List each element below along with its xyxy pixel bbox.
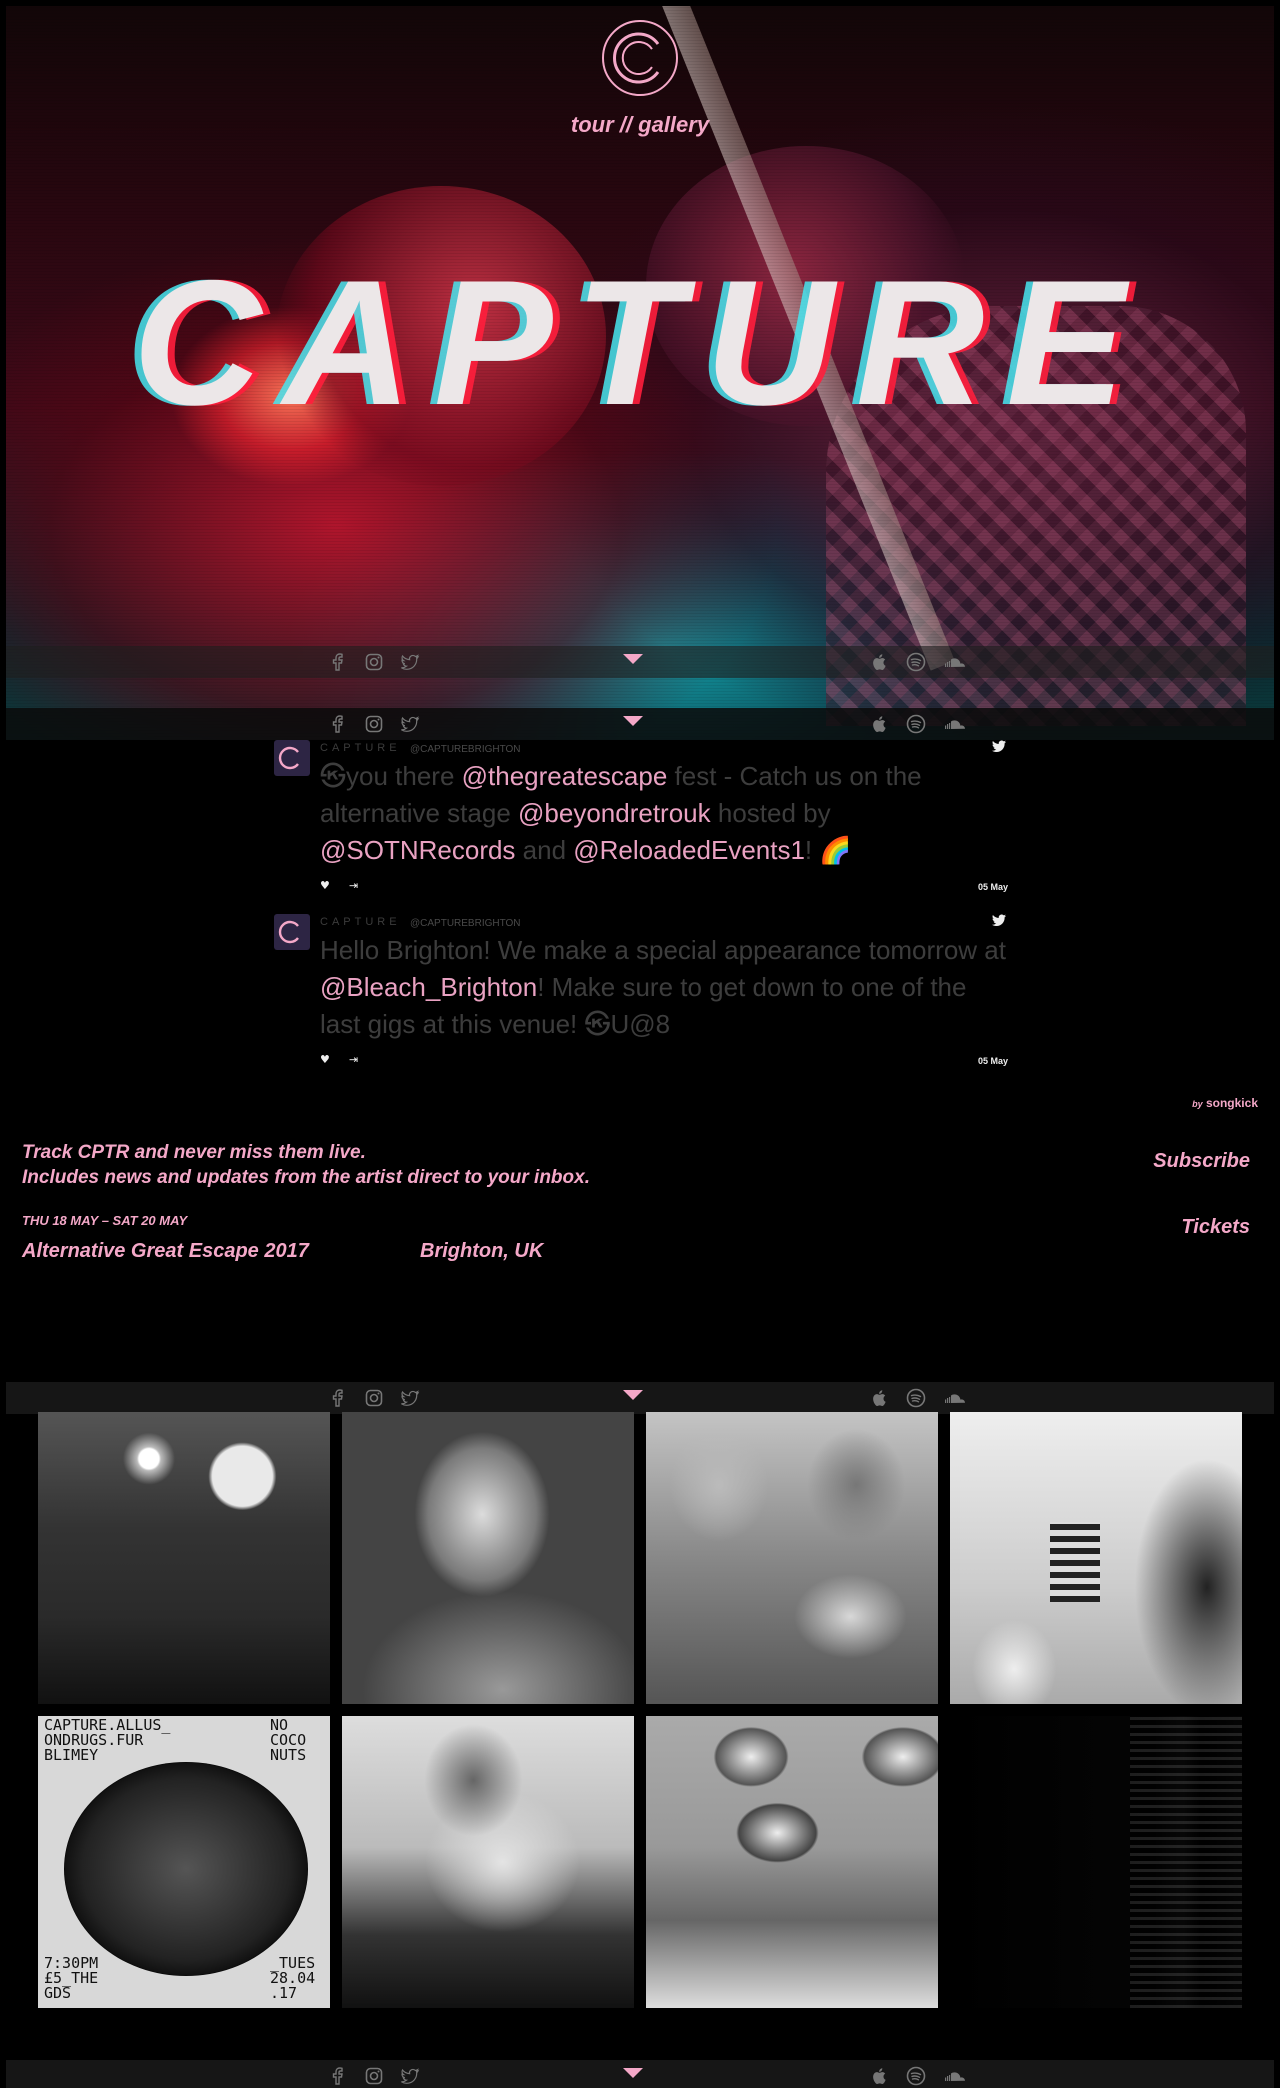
tweet-text: ㉿you there @thegreatescape fest - Catch … [320, 758, 1010, 869]
tweet-text-segment: Hello Brighton! We make a special appear… [320, 935, 1006, 965]
twitter-icon[interactable] [400, 652, 420, 672]
capture-logo-icon[interactable] [600, 18, 680, 98]
facebook-icon[interactable] [328, 652, 348, 672]
spotify-icon[interactable] [906, 2066, 926, 2086]
soundcloud-icon[interactable] [942, 1388, 968, 1408]
soundcloud-icon[interactable] [942, 652, 968, 672]
instagram-icon[interactable] [364, 2066, 384, 2086]
scroll-down-icon[interactable] [623, 2068, 643, 2078]
apple-music-icon[interactable] [870, 652, 890, 672]
spotify-icon[interactable] [906, 1388, 926, 1408]
tweet-author-handle[interactable]: @CAPTUREBRIGHTON [410, 744, 521, 755]
poster-band-photo [64, 1762, 308, 1976]
tweet-text: Hello Brighton! We make a special appear… [320, 932, 1010, 1043]
event-location: Brighton, UK [420, 1240, 544, 1262]
gallery-photo-glitch[interactable] [950, 1716, 1242, 2008]
poster-text-top-right: NO COCO NUTS [270, 1716, 307, 1764]
gallery-photo-breakfast[interactable] [646, 1412, 938, 1704]
tweet-date[interactable]: 05 May [978, 882, 1008, 892]
twitter-bird-icon[interactable] [992, 914, 1006, 926]
poster-text-bottom-right: _TUES 28.04 .17 [270, 1954, 316, 2002]
photo-gallery: CAPTURE.ALLUS_ ONDRUGS.FUR BLIMEY NO COC… [38, 1412, 1242, 2008]
tweet-date[interactable]: 05 May [978, 1056, 1008, 1066]
like-icon[interactable]: ♥ [320, 1053, 330, 1066]
tweet-text-segment: ㉿you there [320, 761, 462, 791]
facebook-icon[interactable] [328, 714, 348, 734]
scroll-down-icon[interactable] [623, 1390, 643, 1400]
tweet-mention-link[interactable]: @thegreatescape [462, 761, 668, 791]
track-line-2: Includes news and updates from the artis… [22, 1167, 590, 1188]
share-icon[interactable]: ⇥ [349, 1053, 358, 1066]
tweet-avatar[interactable] [274, 914, 310, 950]
hero-title: CAPTURE [132, 243, 1148, 442]
tweet-mention-link[interactable]: @SOTNRecords [320, 835, 515, 865]
tweet-author-name[interactable]: CAPTURE [320, 916, 401, 928]
tweet-text-segment: ! 🌈 [804, 835, 852, 865]
tweet-author-handle[interactable]: @CAPTUREBRIGHTON [410, 918, 521, 929]
twitter-icon[interactable] [400, 2066, 420, 2086]
share-icon[interactable]: ⇥ [349, 879, 358, 892]
gallery-photo-guitarist[interactable] [950, 1412, 1242, 1704]
social-bar-gallery [6, 1382, 1274, 1414]
poster-text-bottom-left: 7:30PM £5_THE GDS [44, 1954, 99, 2002]
main-nav: tour // gallery [0, 112, 1280, 138]
apple-music-icon[interactable] [870, 2066, 890, 2086]
poster-text-top-left: CAPTURE.ALLUS_ ONDRUGS.FUR BLIMEY [44, 1716, 171, 1764]
soundcloud-icon[interactable] [942, 2066, 968, 2086]
twitter-icon[interactable] [400, 1388, 420, 1408]
twitter-bird-icon[interactable] [992, 740, 1006, 752]
instagram-icon[interactable] [364, 1388, 384, 1408]
tweet: CAPTURE @CAPTUREBRIGHTON Hello Brighton!… [272, 910, 1008, 1080]
songkick-by: by [1192, 1099, 1203, 1109]
gallery-photo-band-live[interactable] [38, 1412, 330, 1704]
capture-logo-icon [278, 746, 299, 770]
subscribe-button[interactable]: Subscribe [1153, 1150, 1250, 1173]
tickets-button[interactable]: Tickets [1181, 1216, 1250, 1239]
twitter-icon[interactable] [400, 714, 420, 734]
social-bar [6, 646, 1274, 678]
tweet-mention-link[interactable]: @beyondretrouk [518, 798, 711, 828]
social-bar-footer [6, 2060, 1274, 2088]
like-icon[interactable]: ♥ [320, 879, 330, 892]
spotify-icon[interactable] [906, 714, 926, 734]
tweet-avatar[interactable] [274, 740, 310, 776]
glitch-texture [1130, 1716, 1242, 2008]
spotify-icon[interactable] [906, 652, 926, 672]
songkick-brand: songkick [1205, 1096, 1258, 1110]
songkick-credit[interactable]: by songkick [1192, 1096, 1258, 1110]
nav-gallery-link[interactable]: gallery [638, 112, 709, 137]
tweet-mention-link[interactable]: @Bleach_Brighton [320, 972, 537, 1002]
gallery-photo-singer[interactable] [342, 1412, 634, 1704]
apple-music-icon[interactable] [870, 1388, 890, 1408]
instagram-icon[interactable] [364, 714, 384, 734]
facebook-icon[interactable] [328, 1388, 348, 1408]
gallery-photo-lego[interactable] [646, 1716, 938, 2008]
tweet-text-segment: hosted by [710, 798, 831, 828]
tweet: CAPTURE @CAPTUREBRIGHTON ㉿you there @the… [272, 736, 1008, 906]
track-artist-text: Track CPTR and never miss them live. Inc… [22, 1140, 590, 1190]
scroll-down-icon[interactable] [623, 716, 643, 726]
tweet-mention-link[interactable]: @ReloadedEvents1 [573, 835, 805, 865]
scroll-down-icon[interactable] [623, 654, 643, 664]
gallery-photo-gig-poster[interactable]: CAPTURE.ALLUS_ ONDRUGS.FUR BLIMEY NO COC… [38, 1716, 330, 2008]
nav-tour-link[interactable]: tour [571, 112, 614, 137]
track-line-1: Track CPTR and never miss them live. [22, 1142, 366, 1163]
tweet-text-segment: and [515, 835, 574, 865]
event-date: THU 18 MAY – SAT 20 MAY [22, 1213, 188, 1228]
soundcloud-icon[interactable] [942, 714, 968, 734]
facebook-icon[interactable] [328, 2066, 348, 2086]
apple-music-icon[interactable] [870, 714, 890, 734]
event-name[interactable]: Alternative Great Escape 2017 [22, 1240, 309, 1263]
capture-logo-icon [278, 920, 299, 944]
gallery-photo-piano[interactable] [342, 1716, 634, 2008]
instagram-icon[interactable] [364, 652, 384, 672]
nav-separator: // [613, 112, 639, 137]
tweet-author-name[interactable]: CAPTURE [320, 742, 401, 754]
